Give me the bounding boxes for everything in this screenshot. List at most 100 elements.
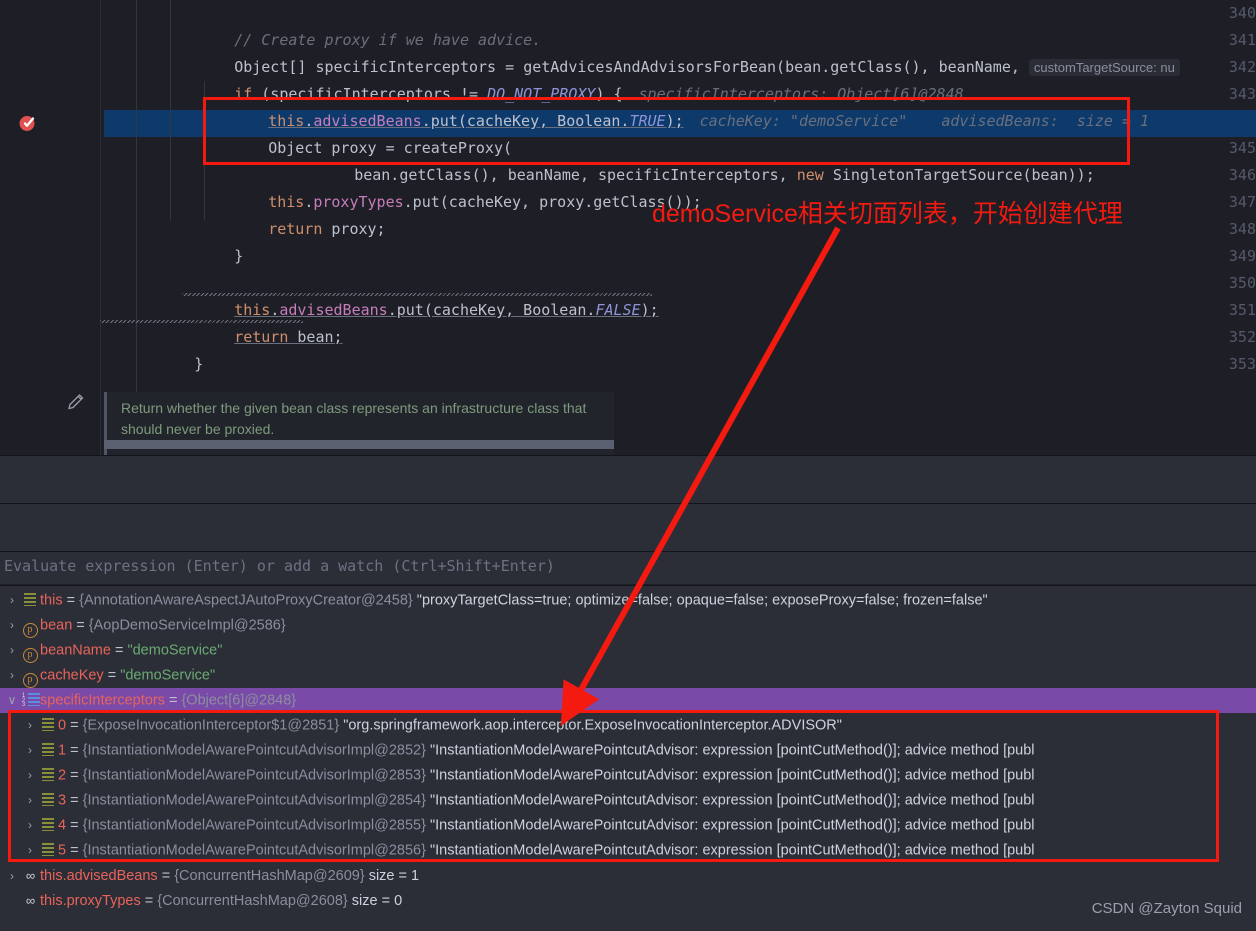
- code-line-352[interactable]: }: [140, 324, 203, 373]
- array-icon: [20, 588, 40, 613]
- variable-value: "demoService": [127, 642, 223, 659]
- debug-panel-upper[interactable]: [0, 456, 1256, 503]
- watermark: CSDN @Zayton Squid: [1091, 900, 1242, 917]
- code-line-343[interactable]: this.advisedBeans.put(cacheKey, Boolean.…: [214, 81, 1149, 130]
- variable-row[interactable]: › this = {AnnotationAwareAspectJAutoProxy…: [0, 588, 1256, 613]
- line-number: 352: [1228, 328, 1256, 346]
- array-icon: [38, 788, 58, 813]
- code-token-keyword-return: return: [268, 220, 332, 238]
- variable-equals: =: [62, 592, 80, 609]
- code-line-345[interactable]: bean.getClass(), beanName, specificInter…: [300, 135, 1095, 184]
- debug-panel-middle[interactable]: [0, 504, 1256, 551]
- variable-row[interactable]: › p bean = {AopDemoServiceImpl@2586}: [0, 613, 1256, 638]
- code-token-varname: proxy;: [331, 220, 386, 238]
- variable-name: bean: [40, 617, 73, 634]
- chevron-right-icon[interactable]: ›: [4, 588, 20, 613]
- variable-row[interactable]: › p cacheKey = "demoService": [0, 663, 1256, 688]
- chevron-right-icon[interactable]: ›: [22, 788, 38, 813]
- pencil-edit-icon[interactable]: [66, 392, 86, 412]
- variable-value: "proxyTargetClass=true; optimize=false; …: [416, 592, 988, 609]
- code-token-brace: }: [194, 355, 204, 373]
- variable-equals: =: [66, 817, 83, 834]
- variable-name: cacheKey: [40, 667, 104, 684]
- indent-guide: [136, 0, 137, 455]
- variable-equals: =: [66, 792, 83, 809]
- variable-row[interactable]: › 4 = {InstantiationModelAwarePointcutAdv…: [0, 813, 1256, 838]
- chevron-right-icon[interactable]: ›: [22, 738, 38, 763]
- variable-reference: {InstantiationModelAwarePointcutAdvisorI…: [82, 842, 430, 859]
- chevron-right-icon[interactable]: ›: [4, 864, 20, 889]
- documentation-scrollbar-track[interactable]: [104, 440, 614, 449]
- variable-name: beanName: [40, 642, 111, 659]
- debugger-inline-hint: advisedBeans: size = 1: [941, 112, 1150, 130]
- code-token-call: .put(cacheKey, Boolean.: [387, 301, 596, 319]
- variable-reference: {Object[6]@2848}: [181, 692, 297, 709]
- chevron-right-icon[interactable]: ›: [22, 763, 38, 788]
- array-icon: [38, 763, 58, 788]
- variable-row[interactable]: › 3 = {InstantiationModelAwarePointcutAdv…: [0, 788, 1256, 813]
- line-number: 353: [1228, 355, 1256, 373]
- variable-equals: =: [66, 742, 83, 759]
- numbered-array-icon: 123: [20, 688, 40, 713]
- code-line-346[interactable]: this.proxyTypes.put(cacheKey, proxy.getC…: [214, 162, 701, 211]
- variable-name: this.proxyTypes: [40, 892, 141, 909]
- variable-row[interactable]: › 0 = {ExposeInvocationInterceptor$1@2851…: [0, 713, 1256, 738]
- watch-icon: ∞: [25, 868, 35, 883]
- parameter-icon: p: [20, 638, 40, 663]
- code-line-347[interactable]: return proxy;: [214, 189, 385, 238]
- variable-row[interactable]: › 5 = {InstantiationModelAwarePointcutAdv…: [0, 838, 1256, 863]
- array-icon: [38, 813, 58, 838]
- line-number: 345: [1228, 139, 1256, 157]
- chevron-right-icon[interactable]: ›: [4, 663, 20, 688]
- code-line-348[interactable]: }: [180, 216, 243, 265]
- variable-equals: =: [164, 692, 182, 709]
- code-line-340[interactable]: // Create proxy if we have advice.: [180, 0, 541, 49]
- chevron-right-icon[interactable]: ›: [4, 638, 20, 663]
- code-token-end: );: [640, 301, 659, 319]
- documentation-scrollbar-thumb[interactable]: [104, 440, 614, 449]
- variable-name: 4: [58, 817, 67, 834]
- chevron-right-icon[interactable]: ›: [22, 838, 38, 863]
- code-token-keyword-return: return: [234, 328, 298, 346]
- code-token-constructor: SingletonTargetSource(bean));: [832, 166, 1095, 184]
- variable-reference: {InstantiationModelAwarePointcutAdvisorI…: [82, 817, 430, 834]
- variable-row[interactable]: ∨ 1 2 3 specificInterceptors = {Object[6]@28…: [0, 688, 1256, 713]
- array-icon: [38, 738, 58, 763]
- variable-reference: {ConcurrentHashMap@2608}: [157, 892, 352, 909]
- line-number: 346: [1228, 166, 1256, 184]
- variable-row[interactable]: › 1 = {InstantiationModelAwarePointcutAdv…: [0, 738, 1256, 763]
- annotation-note: demoService相关切面列表，开始创建代理: [652, 200, 1123, 228]
- variable-row[interactable]: › 2 = {InstantiationModelAwarePointcutAdv…: [0, 763, 1256, 788]
- code-line-344-current[interactable]: Object proxy = createProxy(: [214, 108, 512, 157]
- variable-name: this.advisedBeans: [40, 867, 158, 884]
- code-line-342[interactable]: if (specificInterceptors != DO_NOT_PROXY…: [180, 54, 963, 103]
- variable-value: "org.springframework.aop.interceptor.Exp…: [343, 717, 842, 734]
- line-number: 347: [1228, 193, 1256, 211]
- code-line-341[interactable]: Object[] specificInterceptors = getAdvic…: [180, 27, 1180, 76]
- chevron-right-icon[interactable]: ›: [22, 813, 38, 838]
- variable-equals: =: [66, 842, 83, 859]
- code-token-brace: }: [234, 247, 244, 265]
- variable-value: "InstantiationModelAwarePointcutAdvisor:…: [429, 842, 1035, 859]
- variable-name: 3: [58, 792, 67, 809]
- editor-gutter[interactable]: [0, 0, 100, 455]
- line-number: 340: [1228, 4, 1256, 22]
- variable-row[interactable]: › p beanName = "demoService": [0, 638, 1256, 663]
- variable-equals: =: [72, 617, 89, 634]
- indent-guide: [170, 0, 171, 220]
- variable-value: "InstantiationModelAwarePointcutAdvisor:…: [429, 767, 1035, 784]
- variable-value: "InstantiationModelAwarePointcutAdvisor:…: [429, 817, 1035, 834]
- chevron-down-icon[interactable]: ∨: [4, 688, 20, 713]
- variable-equals: =: [103, 667, 121, 684]
- chevron-right-icon[interactable]: ›: [4, 613, 20, 638]
- line-number: 350: [1228, 274, 1256, 292]
- variable-value: "demoService": [120, 667, 216, 684]
- variable-name: this: [40, 592, 63, 609]
- breakpoint-verified-icon[interactable]: [18, 113, 38, 133]
- chevron-right-icon[interactable]: ›: [22, 713, 38, 738]
- parameter-icon: p: [20, 613, 40, 638]
- variable-row[interactable]: › ∞ this.advisedBeans = {ConcurrentHashMap…: [0, 863, 1256, 888]
- variable-reference: {InstantiationModelAwarePointcutAdvisorI…: [82, 767, 430, 784]
- variable-row[interactable]: ∞ this.proxyTypes = {ConcurrentHashMap@26…: [0, 888, 1256, 913]
- variable-name: specificInterceptors: [40, 692, 165, 709]
